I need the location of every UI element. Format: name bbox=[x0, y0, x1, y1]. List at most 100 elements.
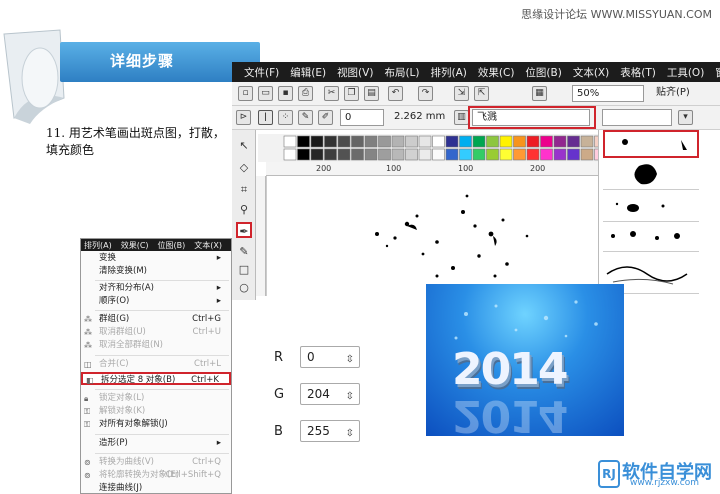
menu-item-break-apart[interactable]: ◧ 拆分选定 8 对象(B) Ctrl+K bbox=[81, 372, 231, 385]
menu-item-unlock[interactable]: ⚿ 解锁对象(K) bbox=[81, 405, 231, 418]
app-launcher-icon[interactable]: ▦ bbox=[532, 86, 547, 101]
color-swatch[interactable] bbox=[459, 148, 472, 161]
artistic-media-tool-icon[interactable]: ✒ bbox=[236, 222, 252, 238]
shape-tool-icon[interactable]: ◇ bbox=[236, 160, 252, 176]
color-swatch[interactable] bbox=[283, 135, 297, 148]
color-swatch[interactable] bbox=[432, 135, 445, 148]
color-swatch[interactable] bbox=[472, 148, 486, 161]
dropdown-arrow-icon[interactable]: ▾ bbox=[678, 110, 693, 125]
color-swatch[interactable] bbox=[513, 135, 526, 148]
color-swatch[interactable] bbox=[418, 135, 432, 148]
g-input[interactable]: 204 ⇳ bbox=[300, 383, 360, 405]
color-swatch[interactable] bbox=[337, 135, 351, 148]
color-swatch[interactable] bbox=[310, 148, 324, 161]
color-swatch[interactable] bbox=[391, 135, 405, 148]
color-swatch[interactable] bbox=[580, 135, 594, 148]
smart-fill-tool-icon[interactable]: ✎ bbox=[236, 244, 252, 260]
color-swatch[interactable] bbox=[405, 148, 418, 161]
zoom-tool-icon[interactable]: ⚲ bbox=[236, 202, 252, 218]
menu-item-clear-transform[interactable]: 清除变换(M) bbox=[81, 265, 231, 278]
color-swatch[interactable] bbox=[553, 135, 567, 148]
color-swatch[interactable] bbox=[351, 148, 364, 161]
brush-mode-icon[interactable]: ǀ bbox=[258, 110, 273, 125]
spinner-icon[interactable]: ⇳ bbox=[346, 424, 354, 444]
menu-item-ungroup-all[interactable]: ⁂ 取消全部群组(N) bbox=[81, 339, 231, 352]
color-swatch[interactable] bbox=[337, 148, 351, 161]
smoothing-input[interactable]: 0 bbox=[340, 109, 384, 126]
color-swatch[interactable] bbox=[540, 148, 553, 161]
snap-to-button[interactable]: 贴齐(P) bbox=[652, 85, 714, 102]
menu-item-join-curves[interactable]: 连接曲线(J) bbox=[81, 482, 231, 494]
save-icon[interactable]: ▪ bbox=[278, 86, 293, 101]
color-swatch[interactable] bbox=[432, 148, 445, 161]
menu-head-item[interactable]: 排列(A) bbox=[84, 240, 112, 251]
menu-head-item[interactable]: 文本(X) bbox=[194, 240, 222, 251]
color-swatch[interactable] bbox=[378, 135, 391, 148]
color-swatch[interactable] bbox=[445, 135, 459, 148]
menu-item-ungroup[interactable]: ⁂ 取消群组(U) Ctrl+U bbox=[81, 326, 231, 339]
color-swatch[interactable] bbox=[499, 148, 513, 161]
color-swatch[interactable] bbox=[472, 135, 486, 148]
menu-item-transform[interactable]: 变换 ▸ bbox=[81, 252, 231, 265]
menu-arrange[interactable]: 排列(A) bbox=[431, 65, 467, 80]
undo-icon[interactable]: ↶ bbox=[388, 86, 403, 101]
color-swatch[interactable] bbox=[364, 135, 378, 148]
color-swatch[interactable] bbox=[297, 135, 310, 148]
menu-item-align[interactable]: 对齐和分布(A) ▸ bbox=[81, 282, 231, 295]
color-swatch[interactable] bbox=[513, 148, 526, 161]
browse-icon[interactable]: ▥ bbox=[454, 110, 469, 125]
paste-icon[interactable]: ▤ bbox=[364, 86, 379, 101]
b-input[interactable]: 255 ⇳ bbox=[300, 420, 360, 442]
preset-option-selected[interactable] bbox=[603, 130, 699, 158]
menu-edit[interactable]: 编辑(E) bbox=[290, 65, 326, 80]
menu-item-order[interactable]: 顺序(O) ▸ bbox=[81, 295, 231, 308]
menu-item-shaping[interactable]: 造形(P) ▸ bbox=[81, 437, 231, 450]
preset-option[interactable] bbox=[603, 160, 699, 190]
color-swatch[interactable] bbox=[526, 135, 540, 148]
color-swatch[interactable] bbox=[324, 148, 337, 161]
color-swatch[interactable] bbox=[297, 148, 310, 161]
sprayer-mode-icon[interactable]: ⁘ bbox=[278, 110, 293, 125]
print-icon[interactable]: ⎙ bbox=[298, 86, 313, 101]
menu-item-convert-to-curves[interactable]: ⊚ 转换为曲线(V) Ctrl+Q bbox=[81, 456, 231, 469]
preset-option[interactable] bbox=[603, 192, 699, 222]
color-swatch[interactable] bbox=[283, 148, 297, 161]
menu-tools[interactable]: 工具(O) bbox=[667, 65, 704, 80]
menu-table[interactable]: 表格(T) bbox=[620, 65, 656, 80]
color-swatch[interactable] bbox=[526, 148, 540, 161]
color-swatch[interactable] bbox=[567, 148, 580, 161]
spinner-icon[interactable]: ⇳ bbox=[346, 387, 354, 407]
menu-file[interactable]: 文件(F) bbox=[244, 65, 279, 80]
menu-item-unlock-all[interactable]: ⚿ 对所有对象解锁(J) bbox=[81, 418, 231, 431]
color-swatch[interactable] bbox=[364, 148, 378, 161]
menu-head-item[interactable]: 效果(C) bbox=[121, 240, 149, 251]
color-swatch[interactable] bbox=[567, 135, 580, 148]
color-swatch[interactable] bbox=[378, 148, 391, 161]
menu-effects[interactable]: 效果(C) bbox=[478, 65, 515, 80]
ellipse-tool-icon[interactable]: ○ bbox=[236, 280, 252, 296]
preset-mode-icon[interactable]: ⊳ bbox=[236, 110, 251, 125]
menu-item-lock[interactable]: 🔒︎ 锁定对象(L) bbox=[81, 392, 231, 405]
open-icon[interactable]: ▭ bbox=[258, 86, 273, 101]
menu-item-combine[interactable]: ◫ 合并(C) Ctrl+L bbox=[81, 358, 231, 371]
color-swatch[interactable] bbox=[499, 135, 513, 148]
color-swatch[interactable] bbox=[445, 148, 459, 161]
color-swatch[interactable] bbox=[418, 148, 432, 161]
menu-item-group[interactable]: ⁂ 群组(G) Ctrl+G bbox=[81, 313, 231, 326]
r-input[interactable]: 0 ⇳ bbox=[300, 346, 360, 368]
preset-option[interactable] bbox=[603, 222, 699, 252]
spinner-icon[interactable]: ⇳ bbox=[346, 350, 354, 370]
menu-view[interactable]: 视图(V) bbox=[337, 65, 373, 80]
color-swatch[interactable] bbox=[580, 148, 594, 161]
color-swatch[interactable] bbox=[405, 135, 418, 148]
color-swatch[interactable] bbox=[310, 135, 324, 148]
menu-item-outline-to-object[interactable]: ⊚ 将轮廓转换为对象(E) Ctrl+Shift+Q bbox=[81, 469, 231, 482]
menu-text[interactable]: 文本(X) bbox=[573, 65, 609, 80]
export-icon[interactable]: ⇱ bbox=[474, 86, 489, 101]
color-swatch[interactable] bbox=[486, 135, 499, 148]
color-swatch[interactable] bbox=[351, 135, 364, 148]
menu-head-item[interactable]: 位图(B) bbox=[158, 240, 186, 251]
import-icon[interactable]: ⇲ bbox=[454, 86, 469, 101]
stroke-width-input[interactable]: 2.262 mm bbox=[390, 109, 450, 126]
crop-tool-icon[interactable]: ⌗ bbox=[236, 182, 252, 198]
